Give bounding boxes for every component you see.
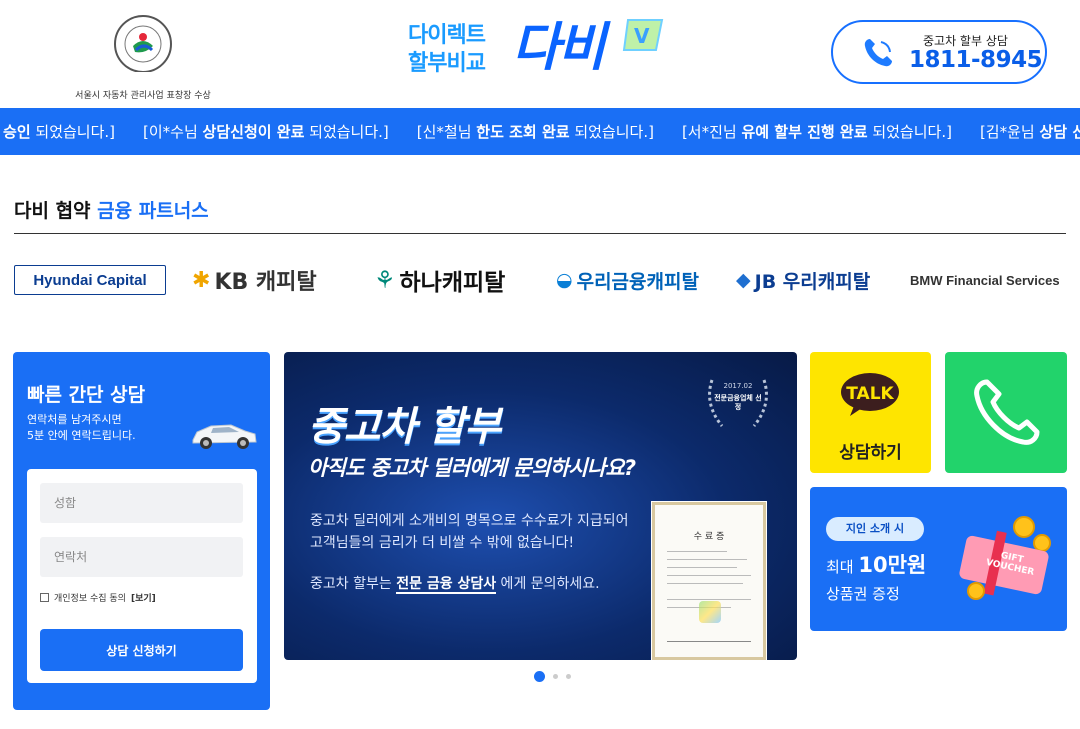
partner-logo-jb[interactable]: ◆ JB 우리캐피탈 (736, 258, 896, 302)
car-icon (192, 424, 257, 449)
phone-number: 1811-8945 (909, 47, 1043, 73)
seoul-seal-icon (114, 15, 172, 72)
carousel-dots (534, 671, 571, 682)
privacy-agree: 개인정보 수집 동의 [보기] (40, 591, 156, 604)
privacy-agree-checkbox[interactable] (40, 593, 49, 602)
banner-subtitle: 아직도 중고차 딜러에게 문의하시나요? (308, 456, 636, 480)
brand-sub-line2: 할부비교 (408, 51, 486, 76)
gift-amount: 최대 10만원 (826, 553, 927, 577)
quick-consult-panel: 빠른 간단 상담 연락처를 남겨주시면 5분 안에 연락드립니다. 개인정보 수… (13, 352, 270, 710)
partner-logo-hana[interactable]: ⚘ 하나캐피탈 (374, 258, 532, 302)
woori-mark-icon: ◒ (556, 269, 573, 291)
banner-title: 중고차 할부 (308, 404, 501, 450)
status-ticker: 향 승인 되었습니다.] [이*수님 상담신청이 완료 되었습니다.] [신*철… (0, 108, 1080, 155)
promo-banner[interactable]: 중고차 할부 아직도 중고차 딜러에게 문의하시나요? 중고차 딜러에게 소개비… (284, 352, 797, 660)
phone-consult-button[interactable]: 중고차 할부 상담 1811-8945 (831, 20, 1047, 84)
divider (14, 233, 1066, 234)
kakao-talk-icon: TALK (841, 373, 899, 416)
ticker-item: 향 승인 되었습니다.] (0, 123, 116, 141)
gift-voucher-icon: GIFT VOUCHER (954, 513, 1058, 605)
partner-logos: Hyundai Capital ✱ KB 캐피탈 ⚘ 하나캐피탈 ◒ 우리금융캐피탈 … (14, 258, 1074, 302)
gift-pill: 지인 소개 시 (826, 517, 924, 541)
brand-main-text: 다비 (512, 18, 606, 78)
brand-badge-icon: V (622, 19, 664, 51)
ticker-item: [신*철님 한도 조회 완료 되었습니다.] (416, 123, 654, 141)
banner-cta-text: 중고차 할부는 전문 금융 상담사 에게 문의하세요. (310, 576, 600, 594)
jb-mark-icon: ◆ (736, 269, 751, 291)
kakao-bubble-text: TALK (846, 384, 894, 404)
partner-logo-woori[interactable]: ◒ 우리금융캐피탈 (556, 258, 716, 302)
hana-mark-icon: ⚘ (374, 266, 396, 294)
partner-logo-kb[interactable]: ✱ KB 캐피탈 (192, 258, 348, 302)
ticker-track: 향 승인 되었습니다.] [이*수님 상담신청이 완료 되었습니다.] [신*철… (0, 121, 1080, 142)
gift-description: 상품권 증정 (826, 585, 900, 603)
ticker-item: [서*진님 유예 할부 진행 완료 되었습니다.] (681, 123, 952, 141)
kakao-consult-button[interactable]: TALK 상담하기 (810, 352, 931, 473)
ticker-item: [이*수님 상담신청이 완료 되었습니다.] (143, 123, 389, 141)
partners-title: 다비 협약 금융 파트너스 (14, 200, 209, 222)
phone-icon (864, 39, 892, 67)
kakao-label: 상담하기 (839, 443, 902, 463)
name-input[interactable] (40, 483, 243, 523)
consult-description: 연락처를 남겨주시면 5분 안에 연락드립니다. (27, 413, 136, 442)
call-button[interactable] (945, 352, 1067, 473)
privacy-view-link[interactable]: [보기] (131, 591, 156, 604)
site-header: 서울시 자동차 관리사업 표창장 수상 다이렉트 할부비교 다비 V 중고차 할… (0, 0, 1080, 108)
banner-body: 중고차 딜러에게 소개비의 명목으로 수수료가 지급되어 고객님들의 금리가 더… (310, 513, 629, 551)
seal-caption: 서울시 자동차 관리사업 표창장 수상 (75, 91, 211, 101)
partner-logo-bmw[interactable]: BMW Financial Services (910, 258, 1060, 302)
brand-sub-line1: 다이렉트 (408, 23, 486, 48)
carousel-dot[interactable] (534, 671, 545, 682)
consult-title: 빠른 간단 상담 (27, 384, 146, 406)
svg-text:V: V (634, 24, 650, 48)
consult-form: 개인정보 수집 동의 [보기] 상담 신청하기 (27, 469, 257, 683)
certificate-image: 수 료 증 (652, 502, 766, 660)
certificate-title: 수 료 증 (693, 532, 725, 542)
award-text: 전문금융업체 선정 (714, 394, 762, 411)
certificate-seal-icon (699, 601, 721, 623)
referral-gift-card[interactable]: 지인 소개 시 최대 10만원 상품권 증정 GIFT VOUCHER (810, 487, 1067, 631)
carousel-dot[interactable] (566, 674, 571, 679)
consult-submit-button[interactable]: 상담 신청하기 (40, 629, 243, 671)
phone-call-icon (974, 379, 1040, 445)
carousel-dot[interactable] (553, 674, 558, 679)
phone-input[interactable] (40, 537, 243, 577)
privacy-agree-label: 개인정보 수집 동의 (54, 594, 126, 604)
award-year: 2017.02 (723, 382, 753, 390)
partner-logo-hyundai[interactable]: Hyundai Capital (14, 265, 166, 295)
ticker-item: [김*윤님 상담 신 (979, 123, 1080, 141)
brand-logo[interactable]: 다이렉트 할부비교 다비 V (408, 18, 678, 88)
kb-star-icon: ✱ (192, 267, 211, 293)
award-badge-icon: 2017.02 전문금융업체 선정 (702, 372, 774, 434)
